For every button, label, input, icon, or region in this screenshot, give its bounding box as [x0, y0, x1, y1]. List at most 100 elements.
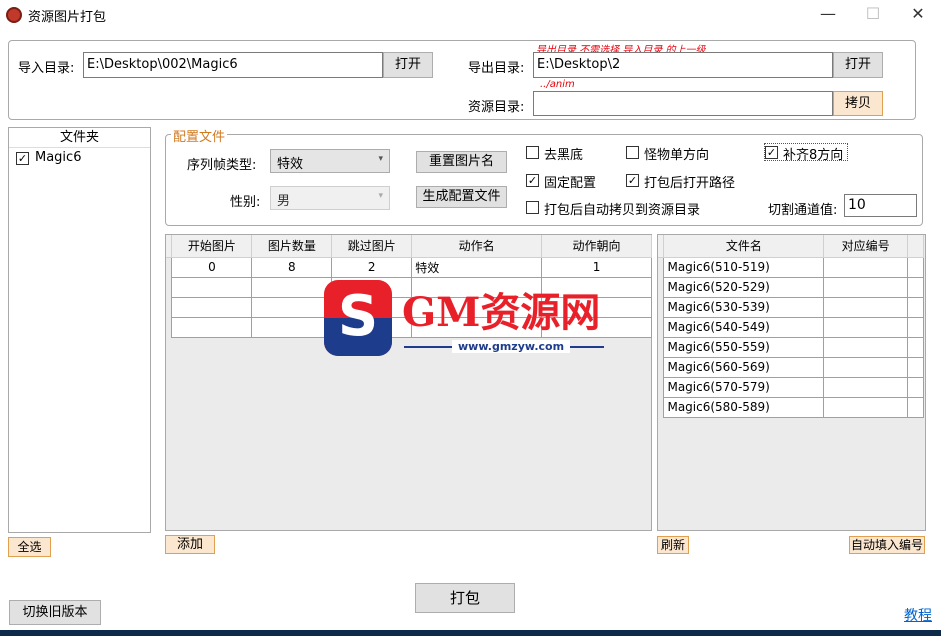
resource-hint: ../anim: [540, 79, 575, 90]
watermark-logo: S GM资源网 www.gmzyw.com: [322, 278, 612, 356]
resource-path-field[interactable]: [533, 91, 833, 116]
tutorial-link[interactable]: 教程: [904, 605, 932, 625]
folder-list-header: 文件夹: [9, 128, 150, 148]
actions-table-header: 开始图片 图片数量 跳过图片 动作名 动作朝向: [166, 235, 652, 258]
option-checkbox[interactable]: ✓: [526, 174, 539, 187]
table-cell[interactable]: Magic6(510-519): [663, 256, 825, 278]
title-bar: 资源图片打包 — ☐ ✕: [0, 0, 941, 30]
option-checkbox[interactable]: ✓: [765, 146, 778, 159]
cut-channel-label: 切割通道值:: [768, 203, 838, 218]
table-cell[interactable]: [251, 276, 333, 298]
import-path-field[interactable]: E:\Desktop\002\Magic6: [83, 52, 383, 78]
table-cell[interactable]: Magic6(550-559): [663, 336, 825, 358]
folder-checkbox[interactable]: ✓: [16, 152, 29, 165]
app-icon: [6, 7, 22, 23]
switch-version-button[interactable]: 切换旧版本: [9, 600, 101, 625]
table-cell[interactable]: [171, 276, 253, 298]
minimize-button[interactable]: —: [805, 0, 851, 30]
table-cell[interactable]: Magic6(580-589): [663, 396, 825, 418]
table-cell[interactable]: 8: [251, 256, 333, 278]
folder-item[interactable]: ✓ Magic6: [9, 148, 150, 168]
table-row[interactable]: Magic6(520-529): [658, 276, 924, 298]
table-cell[interactable]: [171, 296, 253, 318]
option-checkbox[interactable]: [526, 146, 539, 159]
table-cell[interactable]: Magic6(540-549): [663, 316, 825, 338]
column-header[interactable]: 开始图片: [171, 235, 253, 258]
maximize-button[interactable]: ☐: [850, 0, 896, 30]
table-cell[interactable]: [251, 316, 333, 338]
files-table[interactable]: 文件名 对应编号 Magic6(510-519) Magic6(520-529) M…: [658, 235, 924, 418]
window-title: 资源图片打包: [28, 10, 107, 25]
config-group-label: 配置文件: [171, 126, 228, 145]
export-path-field[interactable]: E:\Desktop\2: [533, 52, 833, 78]
watermark-text: GM资源网: [402, 289, 601, 336]
watermark-letter: S: [337, 284, 379, 349]
cut-channel-field[interactable]: 10: [844, 194, 917, 217]
generate-config-button[interactable]: 生成配置文件: [416, 186, 507, 208]
table-cell[interactable]: [171, 316, 253, 338]
table-cell[interactable]: Magic6(530-539): [663, 296, 825, 318]
import-label: 导入目录:: [18, 61, 75, 76]
option-label: 打包后打开路径: [644, 176, 736, 191]
table-cell[interactable]: [823, 356, 908, 378]
gender-value: 男: [277, 194, 291, 209]
column-header[interactable]: 对应编号: [823, 235, 908, 258]
gender-select[interactable]: 男 ▾: [270, 186, 390, 210]
option-checkbox[interactable]: ✓: [626, 174, 639, 187]
table-cell[interactable]: Magic6(520-529): [663, 276, 825, 298]
taskbar-strip: [0, 630, 941, 636]
option-checkbox[interactable]: [526, 201, 539, 214]
refresh-button[interactable]: 刷新: [657, 536, 689, 554]
reset-names-button[interactable]: 重置图片名: [416, 151, 507, 173]
close-button[interactable]: ✕: [895, 0, 941, 30]
copy-button[interactable]: 拷贝: [833, 91, 883, 116]
files-table-header: 文件名 对应编号: [658, 235, 924, 258]
table-row[interactable]: Magic6(580-589): [658, 396, 924, 418]
table-row[interactable]: Magic6(560-569): [658, 356, 924, 378]
option-label: 去黑底: [544, 148, 584, 163]
table-cell[interactable]: [823, 376, 908, 398]
column-header[interactable]: 动作名: [411, 235, 543, 258]
option-label: 打包后自动拷贝到资源目录: [544, 203, 701, 218]
table-cell[interactable]: [823, 296, 908, 318]
option-label: 固定配置: [544, 176, 597, 191]
import-open-button[interactable]: 打开: [383, 52, 433, 78]
table-cell[interactable]: 0: [171, 256, 253, 278]
option-fill-8-directions[interactable]: ✓ 补齐8方向: [764, 143, 848, 163]
table-row[interactable]: Magic6(570-579): [658, 376, 924, 398]
table-cell[interactable]: 1: [541, 256, 652, 278]
table-row[interactable]: Magic6(540-549): [658, 316, 924, 338]
column-header[interactable]: 图片数量: [251, 235, 333, 258]
table-row[interactable]: Magic6(530-539): [658, 296, 924, 318]
export-open-button[interactable]: 打开: [833, 52, 883, 78]
frame-type-label: 序列帧类型:: [187, 158, 257, 173]
column-header[interactable]: 动作朝向: [541, 235, 652, 258]
table-row[interactable]: Magic6(510-519): [658, 256, 924, 278]
export-label: 导出目录:: [468, 61, 525, 76]
select-all-button[interactable]: 全选: [8, 537, 51, 557]
table-cell[interactable]: [251, 296, 333, 318]
table-cell[interactable]: [823, 276, 908, 298]
option-label: 补齐8方向: [783, 148, 844, 163]
option-checkbox[interactable]: [626, 146, 639, 159]
frame-type-value: 特效: [277, 157, 304, 172]
table-cell[interactable]: [823, 396, 908, 418]
column-header[interactable]: 跳过图片: [331, 235, 413, 258]
folder-list[interactable]: 文件夹 ✓ Magic6: [8, 127, 151, 533]
table-cell[interactable]: Magic6(560-569): [663, 356, 825, 378]
table-cell[interactable]: [823, 256, 908, 278]
table-cell[interactable]: 特效: [411, 256, 543, 278]
frame-type-select[interactable]: 特效 ▾: [270, 149, 390, 173]
table-cell[interactable]: [823, 316, 908, 338]
table-row[interactable]: 0 8 2 特效 1: [166, 256, 652, 278]
auto-fill-button[interactable]: 自动填入编号: [849, 536, 925, 554]
column-header[interactable]: 文件名: [663, 235, 825, 258]
table-cell[interactable]: [823, 336, 908, 358]
table-cell[interactable]: Magic6(570-579): [663, 376, 825, 398]
pack-button[interactable]: 打包: [415, 583, 515, 613]
chevron-down-icon: ▾: [378, 154, 383, 164]
table-cell[interactable]: 2: [331, 256, 413, 278]
add-row-button[interactable]: 添加: [165, 535, 215, 554]
table-row[interactable]: Magic6(550-559): [658, 336, 924, 358]
chevron-down-icon: ▾: [378, 191, 383, 201]
